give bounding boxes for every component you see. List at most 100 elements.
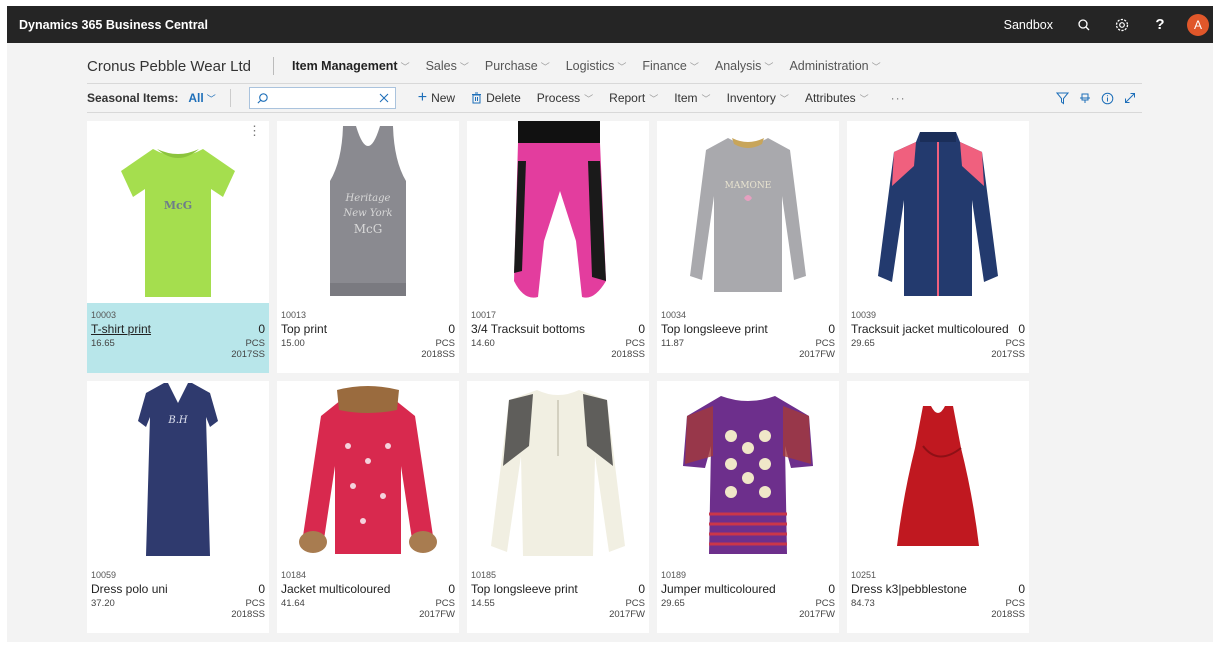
item-tile[interactable]: 10017 3/4 Tracksuit bottoms 0 14.60 PCS 20…: [467, 121, 649, 373]
item-description[interactable]: Top longsleeve print: [661, 322, 768, 336]
item-tile[interactable]: McG ⋮ 10003 T-shirt print 0 16.65 PCS 2017…: [87, 121, 269, 373]
item-price: 14.55: [471, 598, 495, 609]
item-image[interactable]: MAMONE: [657, 121, 839, 301]
nav-analysis[interactable]: Analysis ﹀: [715, 59, 774, 73]
item-info: 10013 Top print 0 15.00 PCS 2018SS: [277, 303, 459, 373]
item-image[interactable]: Heritage New York McG: [277, 121, 459, 301]
item-number: 10017: [471, 310, 497, 320]
chevron-down-icon: ﹀: [459, 61, 469, 72]
item-inventory: 0: [258, 582, 265, 596]
pin-icon[interactable]: [1079, 92, 1091, 104]
nav-item-label: Sales: [425, 59, 457, 73]
item-season: 2018SS: [231, 609, 265, 620]
attributes-menu[interactable]: Attributes ﹀: [805, 91, 869, 105]
item-tile[interactable]: 10185 Top longsleeve print 0 14.55 PCS 201…: [467, 381, 649, 633]
item-image[interactable]: [847, 121, 1029, 301]
nav-item-management[interactable]: Item Management ﹀: [292, 59, 410, 73]
item-image[interactable]: McG: [87, 121, 269, 301]
nav-logistics[interactable]: Logistics ﹀: [566, 59, 627, 73]
item-description[interactable]: Dress k3|pebblestone: [851, 582, 967, 596]
svg-text:New York: New York: [343, 208, 393, 219]
item-description[interactable]: Jacket multicoloured: [281, 582, 390, 596]
nav-administration[interactable]: Administration ﹀: [789, 59, 880, 73]
chevron-down-icon: ﹀: [400, 61, 410, 72]
search-icon[interactable]: [1071, 12, 1097, 38]
item-number: 10059: [91, 570, 117, 580]
item-unit: PCS: [435, 338, 455, 349]
item-number: 10251: [851, 570, 877, 580]
item-description[interactable]: Jumper multicoloured: [661, 582, 776, 596]
item-price: 11.87: [661, 338, 685, 349]
item-price: 84.73: [851, 598, 875, 609]
item-description[interactable]: T-shirt print: [91, 322, 151, 336]
inventory-menu[interactable]: Inventory ﹀: [727, 91, 789, 105]
page-tools: [1056, 92, 1136, 105]
tile-menu-button[interactable]: ⋮: [248, 124, 261, 137]
info-icon[interactable]: [1101, 92, 1114, 105]
item-season: 2017FW: [799, 349, 835, 360]
chevron-down-icon: ﹀: [584, 93, 594, 104]
item-description[interactable]: Top print: [281, 322, 327, 336]
item-image[interactable]: [467, 121, 649, 301]
item-season: 2018SS: [991, 609, 1025, 620]
environment-label[interactable]: Sandbox: [1004, 18, 1053, 32]
nav-purchase[interactable]: Purchase ﹀: [485, 59, 550, 73]
item-tile[interactable]: 10039 Tracksuit jacket multicoloured 0 29…: [847, 121, 1029, 373]
item-info: 10251 Dress k3|pebblestone 0 84.73 PCS 201…: [847, 563, 1029, 633]
nav-item-label: Analysis: [714, 59, 762, 73]
plus-icon: +: [417, 89, 428, 106]
item-description[interactable]: Tracksuit jacket multicoloured: [851, 322, 1009, 336]
item-image[interactable]: [657, 381, 839, 561]
item-number: 10013: [281, 310, 307, 320]
more-options-button[interactable]: ···: [891, 91, 906, 105]
chevron-down-icon: ﹀: [649, 93, 659, 104]
nav-sales[interactable]: Sales ﹀: [426, 59, 469, 73]
item-unit: PCS: [245, 338, 265, 349]
process-menu[interactable]: Process ﹀: [537, 91, 593, 105]
item-description[interactable]: Top longsleeve print: [471, 582, 578, 596]
view-filter-dropdown[interactable]: All ﹀: [188, 91, 215, 105]
company-name[interactable]: Cronus Pebble Wear Ltd: [87, 58, 251, 75]
search-box[interactable]: [248, 87, 396, 109]
item-tile[interactable]: 10184 Jacket multicoloured 0 41.64 PCS 201…: [277, 381, 459, 633]
item-image[interactable]: [467, 381, 649, 561]
avatar[interactable]: A: [1187, 13, 1209, 36]
item-image[interactable]: [277, 381, 459, 561]
item-description[interactable]: 3/4 Tracksuit bottoms: [471, 322, 585, 336]
item-tile[interactable]: 10189 Jumper multicoloured 0 29.65 PCS 201…: [657, 381, 839, 633]
item-tile[interactable]: Heritage New York McG 10013 Top print 0 15.…: [277, 121, 459, 373]
chevron-down-icon: ﹀: [779, 93, 789, 104]
item-unit: PCS: [815, 338, 835, 349]
item-tile[interactable]: MAMONE 10034 Top longsleeve print 0 11.87…: [657, 121, 839, 373]
item-image[interactable]: B.H: [87, 381, 269, 561]
svg-text:McG: McG: [164, 199, 192, 212]
app-title[interactable]: Dynamics 365 Business Central: [19, 18, 208, 32]
item-info: 10189 Jumper multicoloured 0 29.65 PCS 201…: [657, 563, 839, 633]
item-season: 2017FW: [799, 609, 835, 620]
clear-search-icon[interactable]: [379, 93, 389, 103]
item-season: 2018SS: [611, 349, 645, 360]
item-number: 10189: [661, 570, 687, 580]
item-inventory: 0: [258, 322, 265, 336]
settings-gear-icon[interactable]: [1109, 12, 1135, 38]
help-icon[interactable]: ?: [1147, 12, 1173, 38]
item-unit: PCS: [245, 598, 265, 609]
item-description[interactable]: Dress polo uni: [91, 582, 168, 596]
item-inventory: 0: [638, 322, 645, 336]
nav-finance[interactable]: Finance ﹀: [642, 59, 699, 73]
item-tile[interactable]: 10251 Dress k3|pebblestone 0 84.73 PCS 201…: [847, 381, 1029, 633]
nav-item-label: Administration: [789, 59, 869, 73]
item-unit: PCS: [435, 598, 455, 609]
item-unit: PCS: [1005, 598, 1025, 609]
filter-icon[interactable]: [1056, 92, 1069, 105]
expand-icon[interactable]: [1124, 92, 1136, 104]
delete-button[interactable]: Delete: [471, 91, 521, 105]
report-menu[interactable]: Report ﹀: [609, 91, 658, 105]
item-menu[interactable]: Item ﹀: [674, 91, 710, 105]
new-button[interactable]: + New: [418, 90, 455, 106]
item-tile[interactable]: B.H 10059 Dress polo uni 0 37.20 PCS 2018S…: [87, 381, 269, 633]
item-image[interactable]: [847, 381, 1029, 561]
chevron-down-icon: ﹀: [764, 61, 774, 72]
item-info: 10059 Dress polo uni 0 37.20 PCS 2018SS: [87, 563, 269, 633]
view-filter-value: All: [188, 91, 204, 105]
